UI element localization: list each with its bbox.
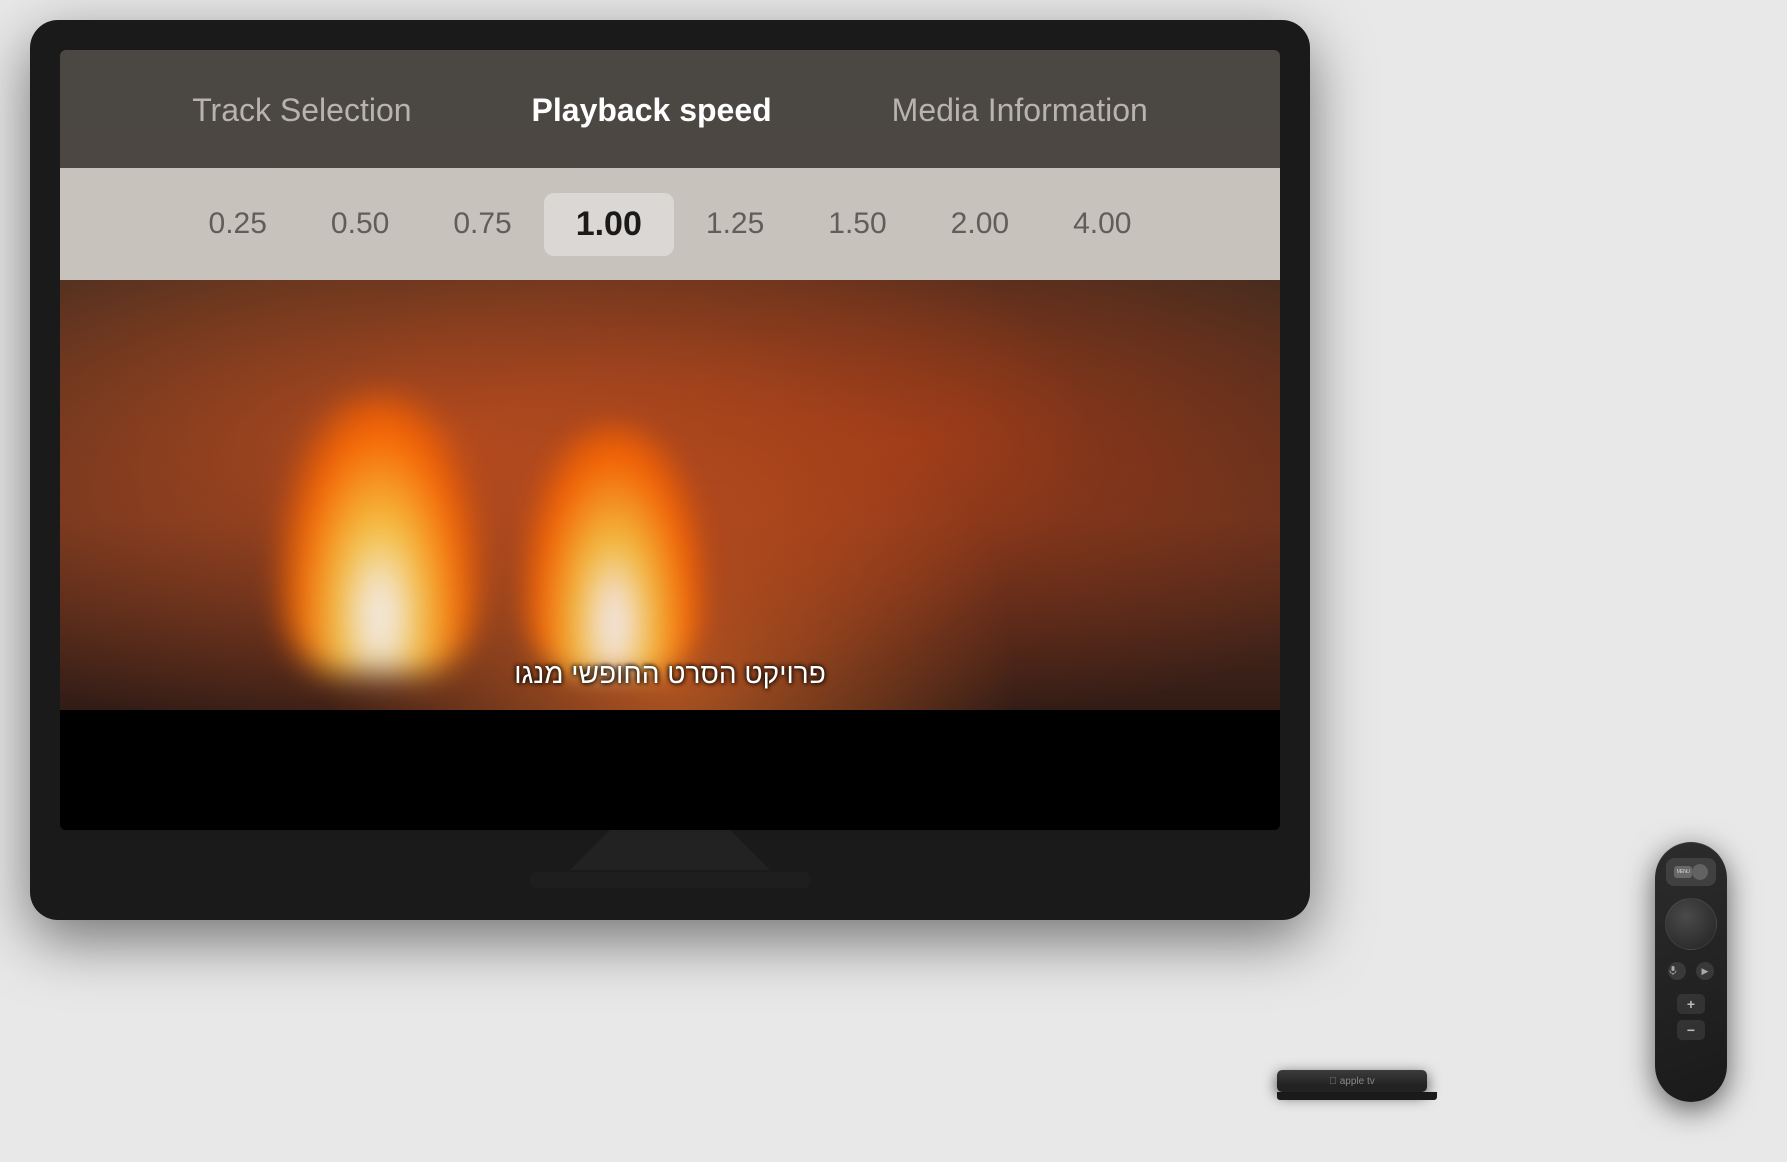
play-pause-button[interactable]: ▶ [1696,962,1714,980]
tv-set: פרויקט הסרט החופשי מנגו Track Selection … [30,20,1310,920]
menu-button[interactable]: MENU [1674,866,1692,878]
flame-effect-right [524,424,704,674]
apple-tv-box:  apple tv [1277,1070,1427,1092]
mic-button[interactable] [1668,962,1686,980]
speed-0.75[interactable]: 0.75 [421,195,543,253]
subtitle-text: פרויקט הסרט החופשי מנגו [514,658,826,690]
trackpad[interactable] [1665,898,1717,950]
speed-1.00[interactable]: 1.00 [544,193,674,256]
volume-controls: + − [1677,994,1705,1040]
tv-stand [570,830,770,870]
apple-tv-device:  apple tv [1277,1070,1437,1100]
speed-0.25[interactable]: 0.25 [177,195,299,253]
speed-0.50[interactable]: 0.50 [299,195,421,253]
tv-screen: פרויקט הסרט החופשי מנגו Track Selection … [60,50,1280,830]
apple-tv-label:  apple tv [1329,1076,1375,1087]
tab-playback-speed[interactable]: Playback speed [512,82,792,139]
tv-button[interactable] [1692,864,1708,880]
apple-tv-text: apple tv [1340,1076,1375,1087]
apple-tv-remote: MENU ▶ + − [1655,842,1727,1102]
speed-1.25[interactable]: 1.25 [674,195,796,253]
apple-icon:  [1329,1076,1337,1087]
tab-bar: Track Selection Playback speed Media Inf… [60,50,1280,170]
speed-selector-bar: 0.25 0.50 0.75 1.00 1.25 1.50 2.00 4.00 [60,168,1280,280]
remote-middle-buttons: ▶ [1668,962,1714,980]
menu-overlay: Track Selection Playback speed Media Inf… [60,50,1280,280]
volume-down-button[interactable]: − [1677,1020,1705,1040]
bottom-letterbox [60,710,1280,830]
speed-1.50[interactable]: 1.50 [796,195,918,253]
menu-label: MENU [1677,869,1690,875]
remote-top-bar: MENU [1666,858,1716,886]
tv-base [530,872,810,888]
flame-effect-left [280,394,480,674]
tab-track-selection[interactable]: Track Selection [172,82,431,139]
volume-up-button[interactable]: + [1677,994,1705,1014]
tab-media-information[interactable]: Media Information [872,82,1168,139]
apple-tv-base [1277,1092,1437,1100]
speed-2.00[interactable]: 2.00 [919,195,1041,253]
speed-4.00[interactable]: 4.00 [1041,195,1163,253]
